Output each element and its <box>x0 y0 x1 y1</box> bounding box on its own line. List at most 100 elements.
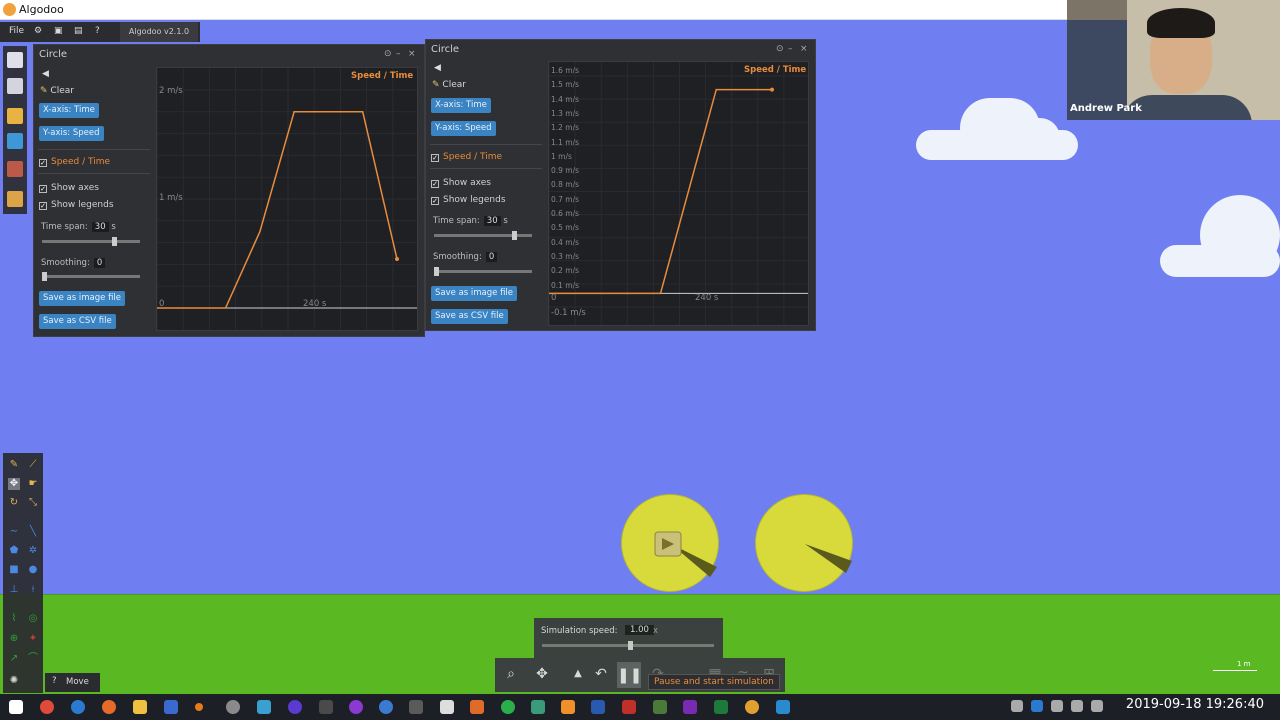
app-icon[interactable] <box>257 700 271 714</box>
pause-icon[interactable]: ❚❚ <box>617 662 642 688</box>
brush-tool-icon[interactable]: ⟋ <box>27 459 39 471</box>
app-icon[interactable] <box>622 700 636 714</box>
back-arrow-icon[interactable]: ◀ <box>42 69 49 79</box>
app-icon[interactable] <box>440 700 454 714</box>
smoothing-slider[interactable] <box>42 272 140 281</box>
help-icon[interactable]: ? <box>52 676 57 686</box>
pin-icon[interactable]: ⊙ <box>776 44 784 54</box>
chain-tool-icon[interactable]: ⟊ <box>27 584 39 596</box>
app-icon[interactable] <box>349 700 363 714</box>
thruster-tool-icon[interactable]: ↗ <box>8 653 20 665</box>
circle-tool-icon[interactable]: ● <box>27 564 39 576</box>
save-csv-button[interactable]: Save as CSV file <box>39 314 116 329</box>
new-scene-icon[interactable] <box>7 52 23 68</box>
show-legends-checkbox[interactable]: ✓ Show legends <box>431 195 506 205</box>
word-icon[interactable] <box>591 700 605 714</box>
show-axes-checkbox[interactable]: ✓ Show axes <box>39 183 99 193</box>
x-axis-button[interactable]: X-axis: Time <box>431 98 491 113</box>
layout-icon[interactable]: ▣ <box>54 26 63 36</box>
settings-icon[interactable]: ⚙ <box>34 26 42 36</box>
back-arrow-icon[interactable]: ◀ <box>434 63 441 73</box>
tray-icon[interactable] <box>1011 700 1023 712</box>
save-image-button[interactable]: Save as image file <box>431 286 518 301</box>
time-span-value[interactable]: 30 <box>91 222 109 232</box>
zoom-icon[interactable]: ⌕ <box>501 666 521 682</box>
circle-body-right[interactable] <box>755 494 853 592</box>
close-icon[interactable]: × <box>800 44 808 54</box>
windows-start-icon[interactable] <box>9 700 23 714</box>
move-tool-icon[interactable]: ✥ <box>8 478 20 490</box>
y-axis-button[interactable]: Y-axis: Speed <box>431 121 496 136</box>
wifi-icon[interactable] <box>1071 700 1083 712</box>
vlc-icon[interactable] <box>561 700 575 714</box>
app-icon[interactable] <box>409 700 423 714</box>
series-checkbox[interactable]: ✓ Speed / Time <box>431 152 502 162</box>
rope-tool-icon[interactable]: ∼ <box>8 526 20 538</box>
rotate-tool-icon[interactable]: ↻ <box>8 497 20 509</box>
speed-time-plot[interactable]: Speed / Time 2 m/s 1 m/s 0 240 s <box>156 67 418 331</box>
y-axis-button[interactable]: Y-axis: Speed <box>39 126 104 141</box>
algodoo-taskbar-icon[interactable] <box>745 700 759 714</box>
laser-tool-icon[interactable]: ⌒ <box>27 653 39 665</box>
tray-icon[interactable] <box>1031 700 1043 712</box>
app-icon[interactable] <box>470 700 484 714</box>
firefox-icon[interactable] <box>102 700 116 714</box>
fixate-tool-icon[interactable]: ◎ <box>27 613 39 625</box>
app-icon[interactable] <box>531 700 545 714</box>
clear-link[interactable]: ✎ Clear <box>40 86 74 96</box>
file-menu[interactable]: File <box>9 26 24 36</box>
save-csv-button[interactable]: Save as CSV file <box>431 309 508 324</box>
window-icon[interactable]: ▤ <box>74 26 83 36</box>
pin-icon[interactable]: ⊙ <box>384 49 392 59</box>
time-span-value[interactable]: 30 <box>483 216 501 226</box>
sketch-tool-icon[interactable]: ✎ <box>8 459 20 471</box>
volume-icon[interactable] <box>1091 700 1103 712</box>
help-icon[interactable]: ? <box>95 26 100 36</box>
terminal-icon[interactable] <box>164 700 178 714</box>
simulation-speed-slider[interactable] <box>542 641 714 650</box>
file-explorer-icon[interactable] <box>133 700 147 714</box>
spring-tool-icon[interactable]: ⌇ <box>8 613 20 625</box>
app-icon[interactable] <box>653 700 667 714</box>
box-tool-icon[interactable]: ■ <box>8 564 20 576</box>
up-arrow-icon[interactable]: ▲ <box>568 668 588 679</box>
settings-icon[interactable] <box>226 700 240 714</box>
app-icon[interactable] <box>288 700 302 714</box>
tracer-tool-icon[interactable]: ✦ <box>27 633 39 645</box>
drag-tool-icon[interactable]: ☛ <box>27 478 39 490</box>
close-icon[interactable]: × <box>408 49 416 59</box>
undo-icon[interactable]: ↶ <box>591 666 611 682</box>
onenote-icon[interactable] <box>683 700 697 714</box>
globe-icon[interactable] <box>7 133 23 149</box>
app-icon[interactable] <box>379 700 393 714</box>
app-icon[interactable] <box>195 703 203 711</box>
polygon-tool-icon[interactable]: ⬟ <box>8 545 20 557</box>
circle-body-left[interactable] <box>621 494 719 592</box>
smoothing-value[interactable]: 0 <box>93 258 106 268</box>
x-axis-button[interactable]: X-axis: Time <box>39 103 99 118</box>
scale-tool-icon[interactable]: ⤡ <box>27 497 39 509</box>
tray-icon[interactable] <box>1051 700 1063 712</box>
pan-icon[interactable]: ✥ <box>532 666 552 682</box>
app-icon[interactable] <box>501 700 515 714</box>
zoom-app-icon[interactable] <box>776 700 790 714</box>
show-axes-checkbox[interactable]: ✓ Show axes <box>431 178 491 188</box>
list-icon[interactable] <box>7 78 23 94</box>
save-folder-icon[interactable] <box>7 191 23 207</box>
minimize-icon[interactable]: – <box>788 44 793 54</box>
app-icon[interactable] <box>319 700 333 714</box>
time-span-slider[interactable] <box>42 237 140 246</box>
smoothing-value[interactable]: 0 <box>485 252 498 262</box>
time-span-slider[interactable] <box>434 231 532 240</box>
open-folder-icon[interactable] <box>7 108 23 124</box>
chrome-icon[interactable] <box>40 700 54 714</box>
series-checkbox[interactable]: ✓ Speed / Time <box>39 157 110 167</box>
excel-icon[interactable] <box>714 700 728 714</box>
minimize-icon[interactable]: – <box>396 49 401 59</box>
show-legends-checkbox[interactable]: ✓ Show legends <box>39 200 114 210</box>
plane-tool-icon[interactable]: ⊥ <box>8 584 20 596</box>
simulation-speed-value[interactable]: 1.00 <box>625 625 654 635</box>
clear-link[interactable]: ✎ Clear <box>432 80 466 90</box>
speed-time-plot[interactable]: Speed / Time 1.6 m/s 1.5 m/s 1.4 m/s 1.3 m/… <box>548 61 809 326</box>
edge-icon[interactable] <box>71 700 85 714</box>
